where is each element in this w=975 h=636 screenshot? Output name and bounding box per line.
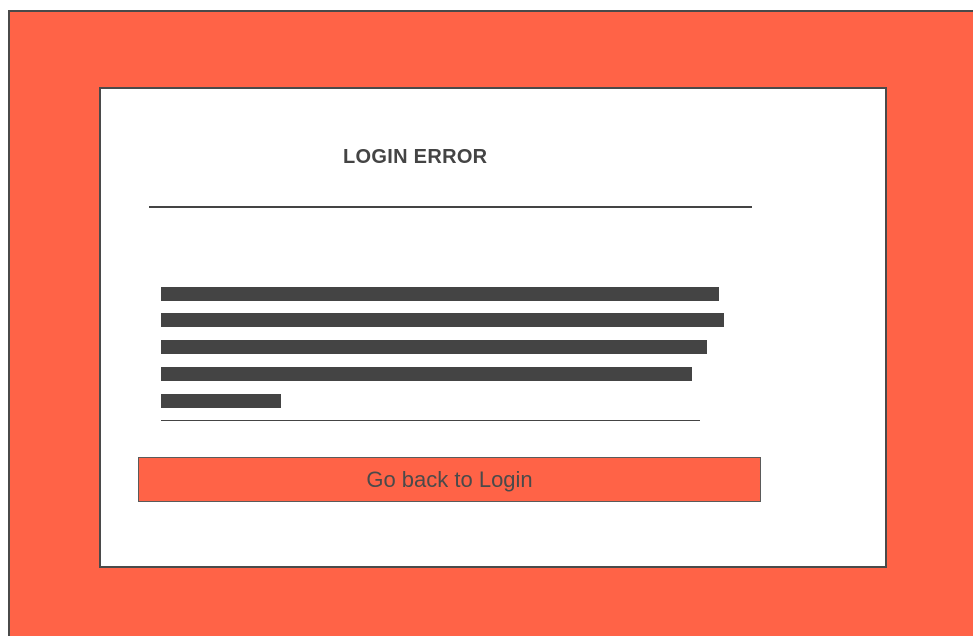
message-line-placeholder [161, 340, 707, 354]
message-line-placeholder [161, 394, 281, 408]
page-title: LOGIN ERROR [343, 146, 488, 168]
message-line-placeholder [161, 367, 692, 381]
message-divider [161, 420, 700, 421]
title-divider [149, 206, 752, 208]
message-line-placeholder [161, 313, 724, 327]
message-line-placeholder [161, 287, 719, 301]
go-back-to-login-button[interactable]: Go back to Login [138, 457, 761, 502]
